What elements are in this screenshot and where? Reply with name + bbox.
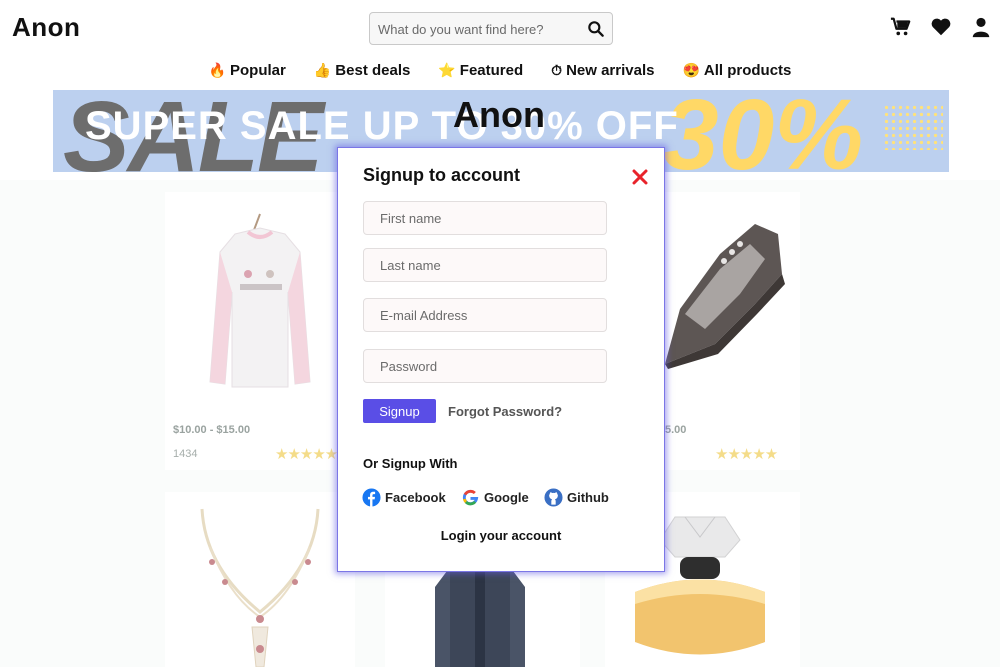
fire-icon: 🔥: [208, 61, 227, 78]
signup-button[interactable]: Signup: [363, 399, 436, 423]
google-label: Google: [484, 490, 529, 505]
last-name-input[interactable]: [364, 249, 606, 281]
google-signup-button[interactable]: Google: [461, 488, 529, 507]
nav-all-products[interactable]: 😍 All products: [668, 58, 805, 82]
heart-eyes-icon: 😍: [682, 61, 700, 78]
password-field-wrap: [363, 349, 607, 383]
product-rating-stars: ★★★★★: [275, 446, 338, 463]
product-rating-stars: ★★★★★: [715, 446, 778, 463]
login-account-link[interactable]: Login your account: [338, 528, 664, 543]
github-signup-button[interactable]: Github: [544, 488, 609, 507]
password-input[interactable]: [364, 350, 606, 382]
sweatshirt-image: [209, 213, 311, 388]
forgot-password-link[interactable]: Forgot Password?: [448, 404, 562, 419]
header-actions: [890, 16, 992, 38]
product-price: $10.00 - $15.00: [173, 424, 251, 436]
search-icon[interactable]: [586, 19, 606, 39]
page: Anon 🔥: [0, 0, 1000, 667]
github-label: Github: [567, 490, 609, 505]
email-input[interactable]: [364, 299, 606, 331]
site-logo[interactable]: Anon: [12, 12, 80, 43]
nav-popular[interactable]: 🔥 Popular: [195, 58, 300, 82]
shoe-image: [665, 224, 785, 369]
facebook-signup-button[interactable]: Facebook: [362, 488, 446, 507]
close-icon[interactable]: [629, 166, 651, 188]
banner-dot-pattern: [883, 104, 943, 150]
stopwatch-icon: ⏱: [551, 61, 563, 78]
banner-big-number: 30%: [663, 90, 864, 172]
search-box: [369, 12, 613, 45]
or-signup-with-label: Or Signup With: [363, 456, 458, 471]
facebook-label: Facebook: [385, 490, 446, 505]
email-field-wrap: [363, 298, 607, 332]
site-header: Anon: [0, 0, 1000, 58]
first-name-field-wrap: [363, 201, 607, 235]
product-card[interactable]: [165, 492, 355, 667]
nav-best-deals[interactable]: 👍 Best deals: [300, 58, 424, 82]
product-card[interactable]: $10.00 - $15.00 1434 ★★★★★: [165, 192, 355, 470]
google-icon: [462, 489, 479, 506]
star-icon: ⭐: [438, 61, 456, 78]
banner-brand: Anon: [453, 94, 545, 135]
nav-label: Featured: [459, 61, 524, 79]
product-price: 5.00: [665, 424, 687, 436]
necklace-image: [200, 508, 320, 667]
nav-label: Best deals: [335, 61, 411, 79]
nav-new-arrivals[interactable]: ⏱ New arrivals: [537, 58, 668, 82]
nav-label: New arrivals: [566, 61, 655, 79]
nav-label: All products: [703, 61, 792, 79]
category-nav: 🔥 Popular 👍 Best deals ⭐ Featured ⏱ New …: [0, 58, 1000, 88]
shirt-image: [435, 567, 525, 667]
product-sold-count: 1434: [173, 448, 198, 460]
modal-title: Signup to account: [363, 165, 520, 185]
heart-icon[interactable]: [930, 16, 952, 38]
cart-icon[interactable]: [890, 16, 912, 38]
first-name-input[interactable]: [364, 202, 606, 234]
github-icon: [544, 488, 563, 507]
search-input[interactable]: [378, 20, 578, 38]
nav-label: Popular: [230, 61, 286, 79]
nav-featured[interactable]: ⭐ Featured: [424, 58, 537, 82]
thumbs-up-icon: 👍: [313, 61, 332, 78]
signup-modal: Signup to account Signup Forgot Password…: [337, 147, 665, 572]
user-icon[interactable]: [970, 16, 992, 38]
facebook-icon: [362, 488, 381, 507]
banner-headline: SUPER SALE UP TO 30% OFF: [85, 104, 679, 148]
last-name-field-wrap: [363, 248, 607, 282]
